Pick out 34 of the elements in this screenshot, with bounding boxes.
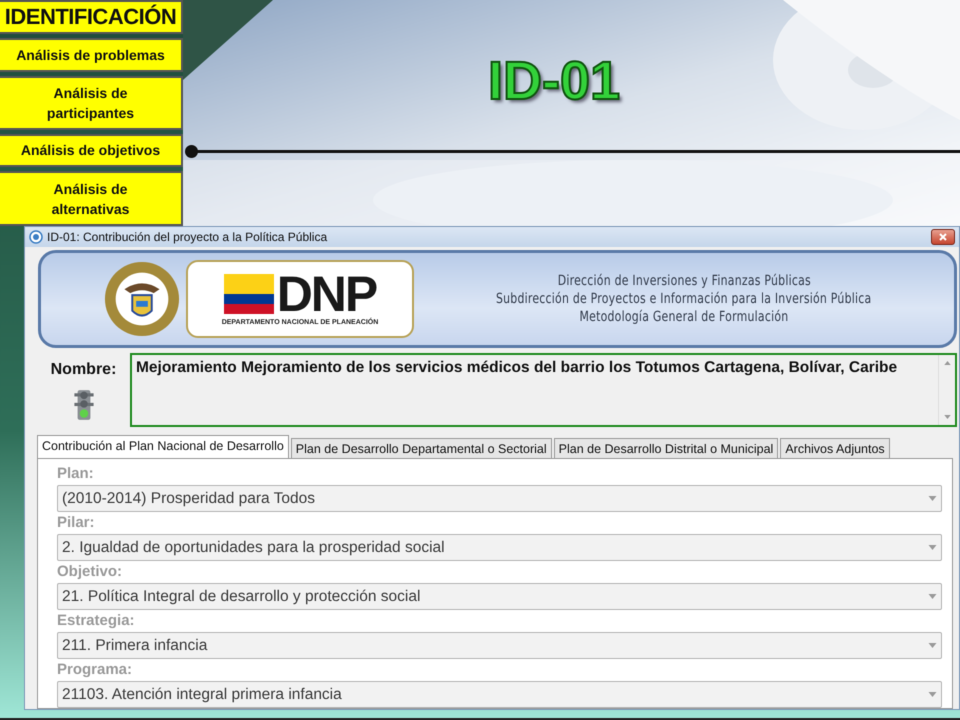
header-line: Subdirección de Proyectos e Información para la Inversión Pública	[496, 291, 872, 307]
menu-item[interactable]: Análisis de objetivos	[0, 134, 183, 168]
menu-item[interactable]: Análisis de alternativas	[0, 171, 183, 226]
header-line: Dirección de Inversiones y Finanzas Públicas	[557, 273, 811, 289]
caret-icon	[928, 545, 937, 550]
field-label: Programa:	[57, 660, 134, 680]
field-label: Pilar:	[57, 513, 96, 533]
tab[interactable]: Archivos Adjuntos	[780, 438, 890, 458]
menu-title: IDENTIFICACIÓN	[0, 0, 183, 34]
slide-title: ID-01	[488, 50, 620, 112]
header-line: Metodología General de Formulación	[580, 309, 788, 325]
traffic-light-icon	[72, 389, 94, 421]
field-label: Plan:	[57, 464, 95, 484]
logo-text: DNP	[276, 272, 376, 316]
caret-icon	[928, 594, 937, 599]
tab[interactable]: Plan de Desarrollo Departamental o Sectorial	[290, 438, 552, 458]
menu-item[interactable]: Análisis de participantes	[0, 76, 183, 130]
caret-icon	[928, 692, 937, 697]
close-button[interactable]	[931, 229, 955, 245]
window-title: ID-01: Contribución del proyecto a la Política Pública	[47, 230, 328, 244]
caret-icon	[928, 496, 937, 501]
name-field[interactable]: Mejoramiento Mejoramiento de los servicios médicos del barrio los Totumos Cartagena, Bolívar, Caribe	[130, 353, 957, 427]
close-icon	[938, 232, 948, 242]
scroll-down-icon[interactable]	[944, 415, 950, 419]
app-icon	[29, 230, 43, 244]
tab[interactable]: Plan de Desarrollo Distrital o Municipal	[554, 438, 778, 458]
flag-icon	[224, 274, 274, 314]
caret-icon	[928, 643, 937, 648]
tab[interactable]: Contribución al Plan Nacional de Desarrollo	[37, 435, 289, 458]
menu-item[interactable]: Análisis de problemas	[0, 38, 183, 72]
name-label: Nombre:	[50, 361, 116, 379]
scroll-up-icon[interactable]	[944, 361, 950, 365]
field-label: Objetivo:	[57, 562, 124, 582]
field-label: Estrategia:	[57, 611, 136, 631]
